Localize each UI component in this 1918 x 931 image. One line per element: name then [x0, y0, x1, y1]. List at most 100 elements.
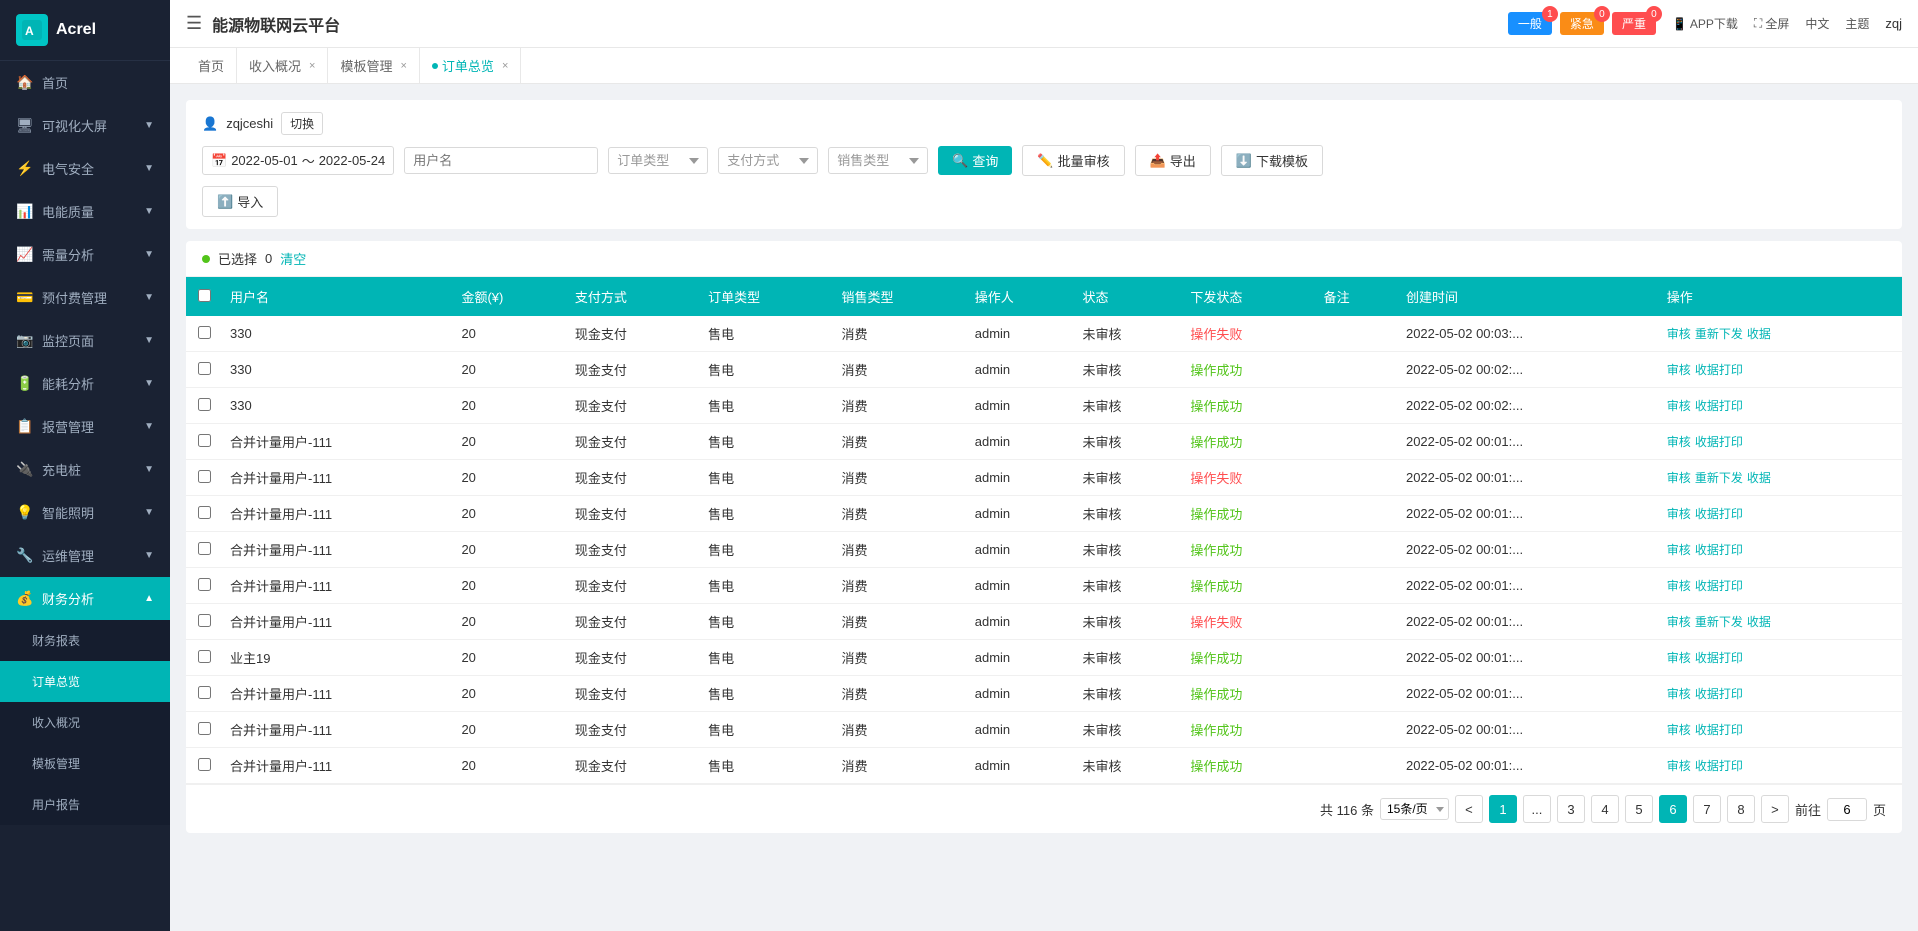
- action-link[interactable]: 收据打印: [1695, 363, 1743, 377]
- action-link[interactable]: 审核: [1667, 327, 1691, 341]
- sidebar-item-user-report[interactable]: 用户报告: [0, 784, 170, 825]
- action-link[interactable]: 审核: [1667, 399, 1691, 413]
- action-link[interactable]: 收据: [1747, 327, 1771, 341]
- sidebar-item-order-overview[interactable]: 订单总览: [0, 661, 170, 702]
- sidebar-item-demand-analysis[interactable]: 📈 需量分析 ▼: [0, 233, 170, 276]
- menu-icon[interactable]: ☰: [186, 13, 202, 34]
- action-link[interactable]: 收据打印: [1695, 687, 1743, 701]
- page-btn-5[interactable]: 5: [1625, 795, 1653, 823]
- action-link[interactable]: 收据打印: [1695, 579, 1743, 593]
- action-link[interactable]: 审核: [1667, 723, 1691, 737]
- action-link[interactable]: 收据打印: [1695, 435, 1743, 449]
- sidebar-item-home[interactable]: 🏠 首页: [0, 61, 170, 104]
- tab-income-overview[interactable]: 收入概况 ×: [237, 48, 328, 84]
- sidebar-item-power-quality[interactable]: 📊 电能质量 ▼: [0, 190, 170, 233]
- action-link[interactable]: 收据打印: [1695, 723, 1743, 737]
- sidebar-item-visualization[interactable]: 🖥 可视化大屏 ▼: [0, 104, 170, 147]
- action-link[interactable]: 收据: [1747, 471, 1771, 485]
- row-checkbox[interactable]: [198, 326, 211, 339]
- sidebar-item-ops-management[interactable]: 🔧 运维管理 ▼: [0, 534, 170, 577]
- row-checkbox[interactable]: [198, 542, 211, 555]
- badge-normal-btn[interactable]: 一般 1: [1508, 12, 1552, 35]
- fullscreen-link[interactable]: ⛶ 全屏: [1754, 15, 1789, 32]
- row-checkbox[interactable]: [198, 470, 211, 483]
- row-checkbox[interactable]: [198, 758, 211, 771]
- clear-selection-button[interactable]: 清空: [280, 249, 306, 268]
- row-checkbox[interactable]: [198, 722, 211, 735]
- sidebar-item-electrical-safety[interactable]: ⚡ 电气安全 ▼: [0, 147, 170, 190]
- page-btn-3[interactable]: 3: [1557, 795, 1585, 823]
- import-button[interactable]: ⬆️ 导入: [202, 186, 278, 217]
- tab-close-income[interactable]: ×: [309, 60, 315, 72]
- next-page-btn[interactable]: >: [1761, 795, 1789, 823]
- row-checkbox[interactable]: [198, 686, 211, 699]
- username-input[interactable]: [404, 147, 598, 174]
- page-btn-6[interactable]: 6: [1659, 795, 1687, 823]
- goto-page-input[interactable]: [1827, 798, 1867, 821]
- language-link[interactable]: 中文: [1805, 15, 1829, 32]
- action-link[interactable]: 收据打印: [1695, 507, 1743, 521]
- action-link[interactable]: 重新下发: [1695, 327, 1743, 341]
- payment-type-select[interactable]: 支付方式: [718, 147, 818, 174]
- action-link[interactable]: 审核: [1667, 759, 1691, 773]
- sidebar-item-income-overview[interactable]: 收入概况: [0, 702, 170, 743]
- app-download-link[interactable]: 📱 APP下载: [1672, 15, 1738, 32]
- order-type-select[interactable]: 订单类型: [608, 147, 708, 174]
- sidebar-item-monitor[interactable]: 📷 监控页面 ▼: [0, 319, 170, 362]
- page-btn-8[interactable]: 8: [1727, 795, 1755, 823]
- action-link[interactable]: 收据打印: [1695, 651, 1743, 665]
- sidebar-item-template-management[interactable]: 模板管理: [0, 743, 170, 784]
- badge-urgent-btn[interactable]: 紧急 0: [1560, 12, 1604, 35]
- select-all-header[interactable]: [186, 277, 222, 316]
- action-link[interactable]: 收据打印: [1695, 759, 1743, 773]
- tab-template-management[interactable]: 模板管理 ×: [328, 48, 419, 84]
- tab-close-order[interactable]: ×: [502, 60, 508, 72]
- sidebar-item-prepaid[interactable]: 💳 预付费管理 ▼: [0, 276, 170, 319]
- sidebar-item-finance-analysis[interactable]: 💰 财务分析 ▲: [0, 577, 170, 620]
- action-link[interactable]: 审核: [1667, 507, 1691, 521]
- query-button[interactable]: 🔍 查询: [938, 146, 1012, 175]
- switch-button[interactable]: 切换: [281, 112, 323, 135]
- row-checkbox[interactable]: [198, 614, 211, 627]
- tab-close-template[interactable]: ×: [400, 60, 406, 72]
- batch-review-button[interactable]: ✏️ 批量审核: [1022, 145, 1124, 176]
- sidebar-item-finance-report[interactable]: 财务报表: [0, 620, 170, 661]
- page-btn-1[interactable]: 1: [1489, 795, 1517, 823]
- theme-link[interactable]: 主题: [1845, 15, 1869, 32]
- sidebar-item-charging-pile[interactable]: 🔌 充电桩 ▼: [0, 448, 170, 491]
- row-checkbox[interactable]: [198, 434, 211, 447]
- export-button[interactable]: 📤 导出: [1135, 145, 1211, 176]
- action-link[interactable]: 审核: [1667, 651, 1691, 665]
- action-link[interactable]: 收据打印: [1695, 543, 1743, 557]
- action-link[interactable]: 审核: [1667, 363, 1691, 377]
- action-link[interactable]: 审核: [1667, 471, 1691, 485]
- action-link[interactable]: 重新下发: [1695, 471, 1743, 485]
- action-link[interactable]: 审核: [1667, 687, 1691, 701]
- action-link[interactable]: 审核: [1667, 435, 1691, 449]
- action-link[interactable]: 重新下发: [1695, 615, 1743, 629]
- prev-page-btn[interactable]: <: [1455, 795, 1483, 823]
- page-btn-4[interactable]: 4: [1591, 795, 1619, 823]
- action-link[interactable]: 审核: [1667, 615, 1691, 629]
- action-link[interactable]: 收据: [1747, 615, 1771, 629]
- action-link[interactable]: 收据打印: [1695, 399, 1743, 413]
- tab-order-overview[interactable]: 订单总览 ×: [420, 48, 521, 84]
- sidebar-item-smart-lighting[interactable]: 💡 智能照明 ▼: [0, 491, 170, 534]
- row-checkbox[interactable]: [198, 362, 211, 375]
- tab-home[interactable]: 首页: [186, 48, 237, 84]
- date-range-picker[interactable]: 📅 2022-05-01 ～ 2022-05-24: [202, 146, 394, 175]
- sales-type-select[interactable]: 销售类型: [828, 147, 928, 174]
- sidebar-item-energy-analysis[interactable]: 🔋 能耗分析 ▼: [0, 362, 170, 405]
- row-checkbox[interactable]: [198, 578, 211, 591]
- page-btn-7[interactable]: 7: [1693, 795, 1721, 823]
- row-checkbox[interactable]: [198, 506, 211, 519]
- select-all-checkbox[interactable]: [198, 289, 211, 302]
- download-template-button[interactable]: ⬇️ 下载模板: [1221, 145, 1323, 176]
- sidebar-item-report-management[interactable]: 📋 报营管理 ▼: [0, 405, 170, 448]
- row-checkbox[interactable]: [198, 398, 211, 411]
- row-checkbox[interactable]: [198, 650, 211, 663]
- badge-critical-btn[interactable]: 严重 0: [1612, 12, 1656, 35]
- action-link[interactable]: 审核: [1667, 579, 1691, 593]
- action-link[interactable]: 审核: [1667, 543, 1691, 557]
- per-page-select[interactable]: 15条/页 10条/页 20条/页 50条/页: [1380, 798, 1449, 820]
